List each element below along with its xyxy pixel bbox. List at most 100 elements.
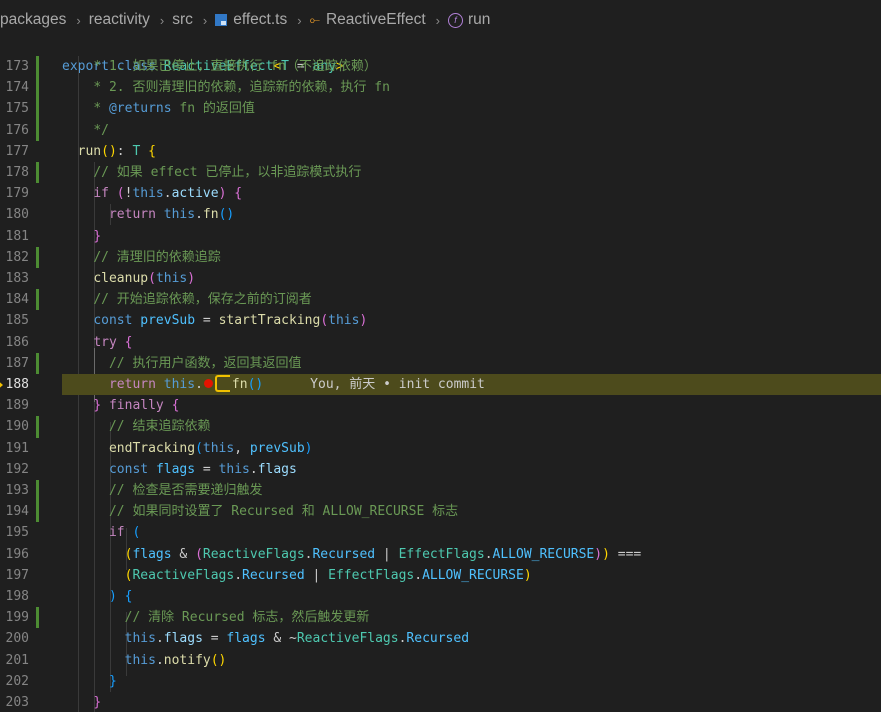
code-token: () — [101, 143, 117, 159]
code-line[interactable]: 191 endTracking(this, prevSub) — [0, 438, 881, 459]
line-number[interactable]: 191 — [0, 438, 29, 459]
git-modified-gutter[interactable] — [36, 416, 39, 438]
line-number[interactable]: 192 — [0, 459, 29, 480]
code-line[interactable]: 188 return this. fn() You, 前天 • init comm… — [0, 374, 881, 396]
code-token: | — [375, 546, 399, 562]
line-number[interactable]: 183 — [0, 268, 29, 289]
code-token: this — [124, 652, 156, 668]
git-modified-gutter[interactable] — [36, 119, 39, 141]
line-number[interactable]: 178 — [0, 162, 29, 183]
code-line[interactable]: 194 // 如果同时设置了 Recursed 和 ALLOW_RECURSE … — [0, 501, 881, 523]
code-line[interactable]: 184 // 开始追踪依赖，保存之前的订阅者 — [0, 289, 881, 311]
code-token: ( — [195, 546, 203, 562]
line-number[interactable]: 179 — [0, 183, 29, 204]
code-line[interactable]: 199 // 清除 Recursed 标志，然后触发更新 — [0, 607, 881, 629]
sticky-scroll-header[interactable]: export class ReactiveEffect<T = any> — [0, 35, 881, 74]
code-line[interactable]: 182 // 清理旧的依赖追踪 — [0, 246, 881, 268]
git-modified-gutter[interactable] — [36, 607, 39, 629]
code-line[interactable]: 190 // 结束追踪依赖 — [0, 416, 881, 438]
code-line[interactable]: 185 const prevSub = startTracking(this) — [0, 310, 881, 331]
code-token: this — [132, 186, 164, 202]
code-line[interactable]: 193 // 检查是否需要递归触发 — [0, 480, 881, 502]
git-modified-gutter[interactable] — [36, 289, 39, 311]
line-number[interactable]: 176 — [0, 120, 29, 141]
code-token: ) — [304, 440, 313, 456]
line-number[interactable]: 198 — [0, 586, 29, 607]
code-text: // 清除 Recursed 标志，然后触发更新 — [62, 607, 370, 628]
line-number[interactable]: 193 — [0, 480, 29, 501]
line-number[interactable]: 188 — [0, 374, 29, 395]
line-number[interactable]: 200 — [0, 628, 29, 649]
code-line[interactable]: 181 } — [0, 226, 881, 247]
git-modified-gutter[interactable] — [36, 480, 39, 502]
git-modified-gutter[interactable] — [36, 352, 39, 374]
code-line[interactable]: 178 // 如果 effect 已停止，以非追踪模式执行 — [0, 162, 881, 184]
breadcrumb-item-method[interactable]: f run — [447, 11, 490, 29]
code-line[interactable]: 183 cleanup(this) — [0, 268, 881, 289]
line-number[interactable]: 199 — [0, 607, 29, 628]
breadcrumb-item-class[interactable]: ⟜ ReactiveEffect — [310, 11, 426, 29]
line-number[interactable]: 195 — [0, 522, 29, 543]
code-editor[interactable]: 173 * 1. 如果已停止，直接执行 fn（不追踪依赖） 174 * 2. 否则… — [0, 56, 881, 712]
line-number[interactable]: 184 — [0, 289, 29, 310]
code-line[interactable]: 180 return this.fn() — [0, 204, 881, 225]
line-number[interactable]: 186 — [0, 332, 29, 353]
code-text: // 如果 effect 已停止，以非追踪模式执行 — [62, 162, 361, 183]
code-line[interactable]: 197 (ReactiveFlags.Recursed | EffectFlag… — [0, 565, 881, 586]
code-token: // 开始追踪依赖，保存之前的订阅者 — [93, 292, 312, 308]
line-number[interactable]: 196 — [0, 544, 29, 565]
code-line[interactable]: 177 run(): T { — [0, 141, 881, 162]
line-number[interactable]: 181 — [0, 226, 29, 247]
git-modified-gutter[interactable] — [36, 246, 39, 268]
breadcrumb-item-file[interactable]: effect.ts — [215, 11, 287, 29]
code-line[interactable]: 203 } — [0, 692, 881, 712]
code-text: endTracking(this, prevSub) — [62, 438, 313, 459]
line-number[interactable]: 197 — [0, 565, 29, 586]
code-line[interactable]: 173 * 1. 如果已停止，直接执行 fn（不追踪依赖） — [0, 56, 881, 78]
line-number[interactable]: 187 — [0, 353, 29, 374]
code-line[interactable]: 196 (flags & (ReactiveFlags.Recursed | E… — [0, 544, 881, 565]
code-line[interactable]: 175 * @returns fn 的返回值 — [0, 98, 881, 120]
code-text: } — [62, 226, 101, 247]
code-line[interactable]: 201 this.notify() — [0, 650, 881, 671]
line-number[interactable]: 185 — [0, 310, 29, 331]
line-number[interactable]: 203 — [0, 692, 29, 712]
code-token: if — [93, 186, 109, 202]
git-modified-gutter[interactable] — [36, 98, 39, 120]
line-number[interactable]: 177 — [0, 141, 29, 162]
breadcrumb-item-packages[interactable]: packages — [0, 11, 66, 29]
git-modified-gutter[interactable] — [36, 162, 39, 184]
code-line[interactable]: 176 */ — [0, 119, 881, 141]
breadcrumb-item-src[interactable]: src — [172, 11, 193, 29]
code-line[interactable]: 179 if (!this.active) { — [0, 183, 881, 204]
code-line[interactable]: 187 // 执行用户函数，返回其返回值 — [0, 352, 881, 374]
breakpoint-icon[interactable] — [203, 379, 213, 388]
line-number[interactable]: 194 — [0, 501, 29, 522]
git-modified-gutter[interactable] — [36, 501, 39, 523]
line-number[interactable]: 201 — [0, 650, 29, 671]
code-line[interactable]: 195 if ( — [0, 522, 881, 543]
code-line[interactable]: 192 const flags = this.flags — [0, 459, 881, 480]
code-line[interactable]: 198 ) { — [0, 586, 881, 607]
line-number[interactable]: 175 — [0, 98, 29, 119]
code-line[interactable]: 174 * 2. 否则清理旧的依赖，追踪新的依赖，执行 fn — [0, 77, 881, 99]
line-number[interactable]: 202 — [0, 671, 29, 692]
code-line[interactable]: 189 } finally { — [0, 395, 881, 416]
code-line[interactable]: 186 try { — [0, 332, 881, 353]
line-number[interactable]: 190 — [0, 416, 29, 437]
code-line[interactable]: 202 } — [0, 671, 881, 692]
line-number[interactable]: 189 — [0, 395, 29, 416]
line-number[interactable]: 174 — [0, 77, 29, 98]
code-text: * 2. 否则清理旧的依赖，追踪新的依赖，执行 fn — [62, 77, 390, 98]
git-modified-gutter[interactable] — [36, 77, 39, 99]
line-number[interactable]: 173 — [0, 56, 29, 77]
git-modified-gutter[interactable] — [36, 56, 39, 78]
breadcrumb-item-reactivity[interactable]: reactivity — [89, 11, 150, 29]
inline-breakpoint-icon[interactable] — [214, 375, 230, 392]
line-number[interactable]: 182 — [0, 247, 29, 268]
code-line[interactable]: 200 this.flags = flags & ~ReactiveFlags.… — [0, 628, 881, 649]
line-number[interactable]: 180 — [0, 204, 29, 225]
